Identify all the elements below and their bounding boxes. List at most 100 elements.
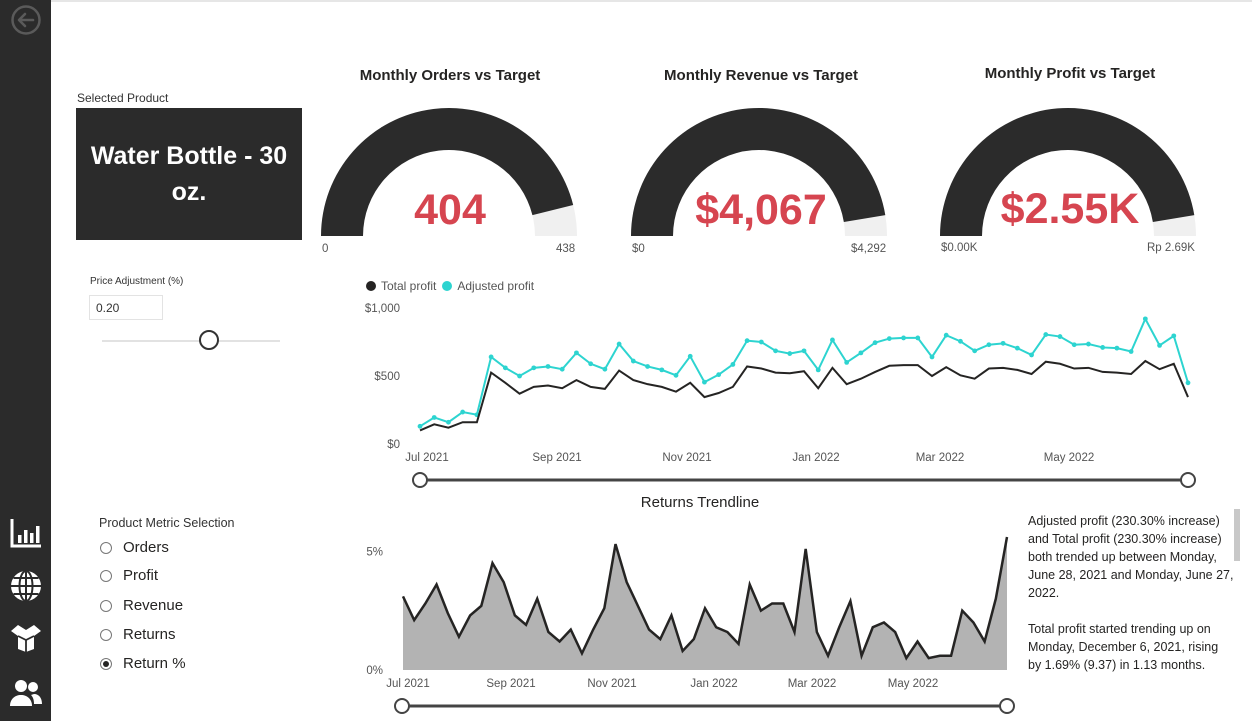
nav-customers-button[interactable] [8,677,44,713]
profit-x-tick-label: May 2022 [1044,452,1095,464]
back-arrow-icon [10,4,42,41]
profit-x-tick-label: Nov 2021 [662,452,711,464]
metric-selection-title: Product Metric Selection [99,516,235,530]
radio-circle[interactable] [100,569,112,582]
price-adjustment-label: Price Adjustment (%) [90,276,184,287]
adjusted-profit-point [758,339,764,345]
adjusted-profit-point [446,419,451,425]
gauge-revenue-min: $0 [632,243,645,255]
returns-area-chart: 0% 5% Jul 2021 Sep 2021 Nov 2021 Jan 2022 Mar … [366,536,1015,714]
returns-x-tick-label: Sep 2021 [486,678,535,690]
adjusted-profit-point [431,415,437,420]
adjusted-profit-point [417,423,423,429]
radio-circle-selected[interactable] [100,657,112,670]
adjusted-profit-point [1057,334,1063,339]
profit-y-tick-label: $1,000 [365,303,400,315]
adjusted-profit-point [488,354,494,360]
gauge-profit-title: Monthly Profit vs Target [984,65,1156,82]
selected-product-label: Selected Product [77,91,169,105]
adjusted-profit-point [872,340,878,346]
nav-sales-button[interactable] [8,517,44,553]
adjusted-profit-point [1100,345,1106,350]
adjusted-profit-point [531,365,537,371]
gauge-profit-value: $2.55K [1000,185,1140,233]
profit-line-chart: $0 $500 $1,000 Jul 2021 Sep 2021 Nov 2021 Jan … [365,303,1196,488]
adjusted-profit-point [559,366,565,372]
globe-icon [9,569,43,608]
price-slider-track[interactable] [102,340,280,342]
adjusted-profit-point [1157,343,1162,348]
narrative-scrollbar[interactable] [1234,509,1240,561]
returns-range-start-handle[interactable] [394,698,410,714]
top-divider [51,0,1252,2]
radio-circle[interactable] [100,599,112,612]
adjusted-profit-point [460,409,466,415]
profit-y-tick-label: $0 [387,439,400,451]
adjusted-profit-point [517,373,522,379]
returns-x-tick-label: Jul 2021 [386,678,429,690]
radio-circle[interactable] [100,628,112,641]
adjusted-profit-point [744,338,750,344]
profit-x-tick-label: Sep 2021 [532,452,581,464]
adjusted-profit-point [702,379,707,385]
nav-product-button[interactable] [8,622,44,658]
price-adjustment-input[interactable]: 0.20 [89,295,163,320]
radio-circle[interactable] [100,541,112,554]
radio-revenue[interactable]: Revenue [100,597,183,614]
returns-range-end-handle[interactable] [999,698,1015,714]
selected-product-name: Water Bottle - 30 oz. [90,142,288,206]
adjusted-profit-point [801,348,807,354]
radio-returns[interactable]: Returns [100,626,176,643]
price-slider-thumb[interactable] [198,330,219,350]
radio-orders[interactable]: Orders [100,539,169,556]
returns-y-tick-label: 5% [366,546,383,558]
adjusted-profit-point [502,365,508,371]
adjusted-profit-point [1142,316,1148,322]
adjusted-profit-point [602,366,608,372]
returns-x-tick-label: Mar 2022 [788,678,837,690]
adjusted-profit-point [687,353,693,359]
nav-map-button[interactable] [8,569,44,608]
profit-range-start-handle[interactable] [412,472,428,488]
adjusted-profit-point [929,354,935,360]
returns-x-tick-label: May 2022 [888,678,939,690]
selected-product-card: Water Bottle - 30 oz. [76,108,302,240]
gauge-profit-min: $0.00K [941,242,978,254]
adjusted-profit-point [815,367,821,373]
radio-return-pct[interactable]: Return % [100,655,186,672]
adjusted-profit-point [787,351,793,356]
adjusted-profit-point [943,332,949,338]
adjusted-profit-point [1171,333,1177,339]
box-icon [9,623,43,658]
bar-chart-icon [9,517,43,554]
adjusted-profit-point [844,360,850,365]
profit-x-tick-label: Jan 2022 [792,452,839,464]
profit-x-tick-label: Jul 2021 [405,452,448,464]
narrative-paragraph-2: Total profit started trending up on Mond… [1028,622,1219,672]
radio-profit[interactable]: Profit [100,567,158,584]
profit-range-end-handle[interactable] [1180,472,1196,488]
returns-x-tick-label: Jan 2022 [690,678,737,690]
adjusted-profit-point [730,362,736,367]
smart-narrative: Adjusted profit (230.30% increase) and T… [1028,512,1234,692]
gauge-orders-max: 438 [556,243,576,255]
radio-label: Returns [123,626,176,643]
total-profit-legend-label: Total profit [381,279,437,293]
gauge-orders-value: 404 [414,186,486,234]
adjusted-profit-point [886,336,892,341]
adjusted-profit-point [1014,345,1020,351]
total-profit-line [419,359,1189,432]
people-icon [9,678,43,713]
adjusted-profit-point [716,372,722,378]
back-button[interactable] [8,4,44,40]
gauge-profit-max: Rp 2.69K [1147,242,1195,254]
narrative-paragraph-1: Adjusted profit (230.30% increase) and T… [1028,514,1234,600]
gauge-orders-title: Monthly Orders vs Target [359,67,541,84]
adjusted-profit-point [858,350,864,356]
adjusted-profit-point [574,350,579,356]
adjusted-profit-point [915,335,921,341]
profit-y-tick-label: $500 [374,371,400,383]
gauge-revenue-max: $4,292 [851,243,887,255]
adjusted-profit-point [901,335,906,341]
adjusted-profit-point [1071,342,1077,348]
